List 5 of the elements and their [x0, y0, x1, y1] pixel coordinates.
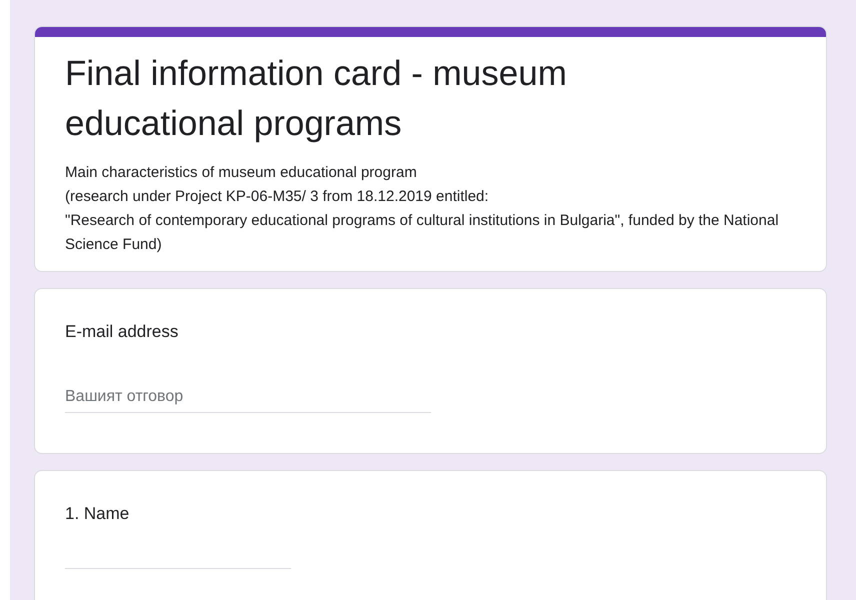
- form-description: Main characteristics of museum educational program (research under Project KP-06-M35/ 3 from 18.12.2019 entitled: "Research of contemporary educational programs of cultural institutions in Bulgaria", funded by the National Science Fund): [65, 163, 780, 255]
- question-label: E-mail address: [65, 322, 180, 342]
- question-label: 1. Name: [65, 504, 130, 524]
- answer-field[interactable]: Вашият отговор: [65, 388, 431, 413]
- form-title: Final information card - museum educational programs: [65, 53, 568, 145]
